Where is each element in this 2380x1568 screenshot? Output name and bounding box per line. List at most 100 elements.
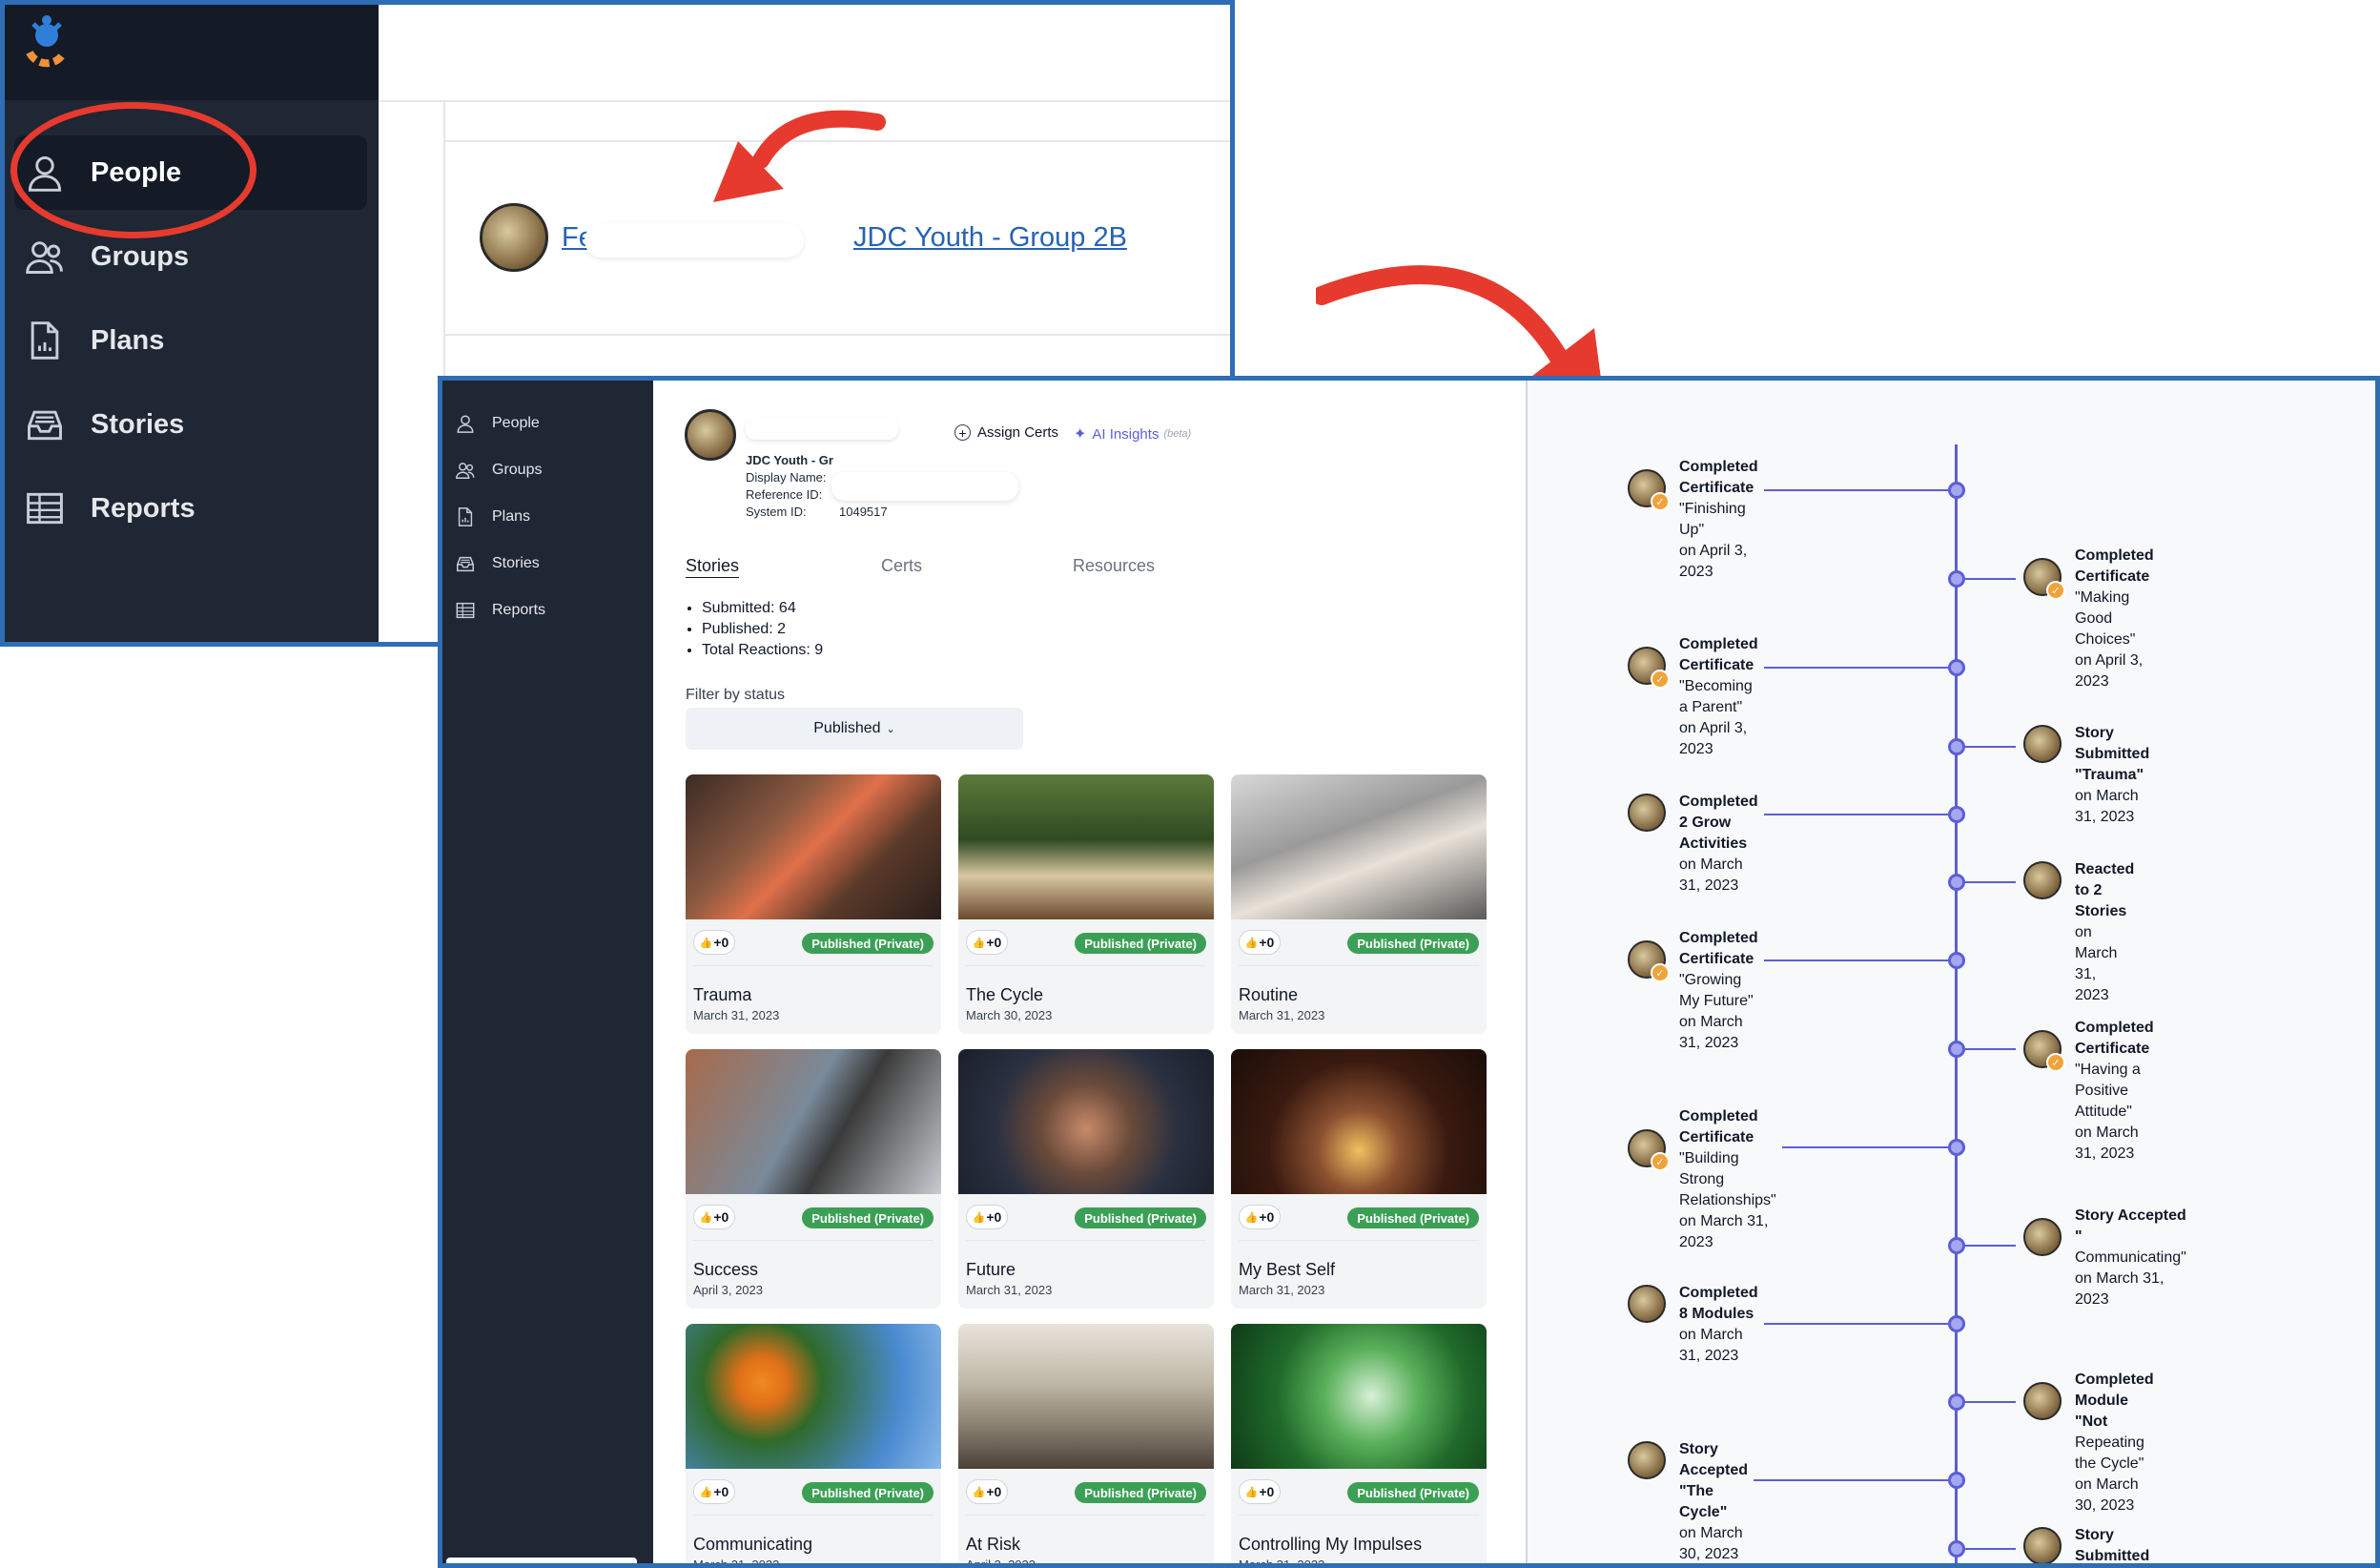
check-badge-icon: ✓ — [2046, 581, 2065, 600]
story-date: March 31, 2023 — [1239, 1283, 1325, 1297]
status-filter-value: Published — [813, 720, 881, 736]
sidebar-item-reports[interactable]: Reports — [14, 471, 367, 546]
timeline-line: "Growing My Future" — [1679, 972, 1754, 1009]
story-card[interactable]: 👍 +0 Published (Private) My Best Self March … — [1231, 1049, 1487, 1309]
timeline-line: Completed Certificate — [2075, 547, 2154, 585]
timeline-line: Completed 8 Modules — [1679, 1285, 1758, 1322]
thumbs-up-icon: 👍 — [1244, 1486, 1259, 1498]
reaction-button[interactable]: 👍 +0 — [693, 1205, 735, 1229]
thumbs-up-icon: 👍 — [1244, 937, 1259, 949]
tab-certs[interactable]: Certs — [881, 556, 922, 576]
timeline-dot — [1948, 738, 1965, 755]
timeline-line: on March 31, 2023 — [2075, 1270, 2165, 1308]
assign-certs-button[interactable]: + Assign Certs — [954, 424, 1058, 441]
timeline-connector — [1763, 667, 1956, 669]
timeline-connector — [1763, 814, 1956, 815]
reaction-button[interactable]: 👍 +0 — [1239, 1479, 1281, 1504]
reaction-button[interactable]: 👍 +0 — [966, 930, 1008, 955]
story-card[interactable]: 👍 +0 Published (Private) Controlling My Imp… — [1231, 1324, 1487, 1563]
story-card[interactable]: 👍 +0 Published (Private) Success April 3, 20… — [686, 1049, 941, 1309]
timeline-line: "Having a Positive Attitude" — [2075, 1062, 2141, 1120]
reaction-button[interactable]: 👍 +0 — [966, 1479, 1008, 1504]
card-divider — [693, 1515, 934, 1516]
reaction-count: +0 — [713, 1484, 729, 1499]
timeline-line: on April 3, 2023 — [1679, 543, 1748, 580]
sidebar-item-label: Reports — [492, 602, 546, 618]
timeline-line: Completed Certificate — [1679, 636, 1758, 673]
timeline-event: Completed 8 Modules on March 31, 2023 — [1679, 1283, 1758, 1367]
sidebar-item-label: Groups — [492, 462, 543, 478]
timeline-avatar — [1628, 794, 1666, 832]
logo-bar — [5, 5, 379, 100]
assign-certs-label: Assign Certs — [977, 424, 1059, 441]
story-title: The Cycle — [966, 985, 1044, 1004]
story-title: My Best Self — [1239, 1260, 1336, 1279]
timeline-line: on March 31, 2023 — [1679, 1327, 1743, 1364]
timeline-event: Completed Certificate "Finishing Up" on Ap… — [1679, 457, 1758, 583]
sidebar-item-plans[interactable]: Plans — [14, 303, 367, 378]
timeline-dot — [1948, 659, 1965, 676]
story-title: Controlling My Impulses — [1239, 1535, 1423, 1554]
sidebar-item-label: Plans — [492, 508, 531, 525]
sidebar-item-people[interactable]: People — [448, 404, 648, 443]
app-logo — [26, 15, 68, 68]
reaction-button[interactable]: 👍 +0 — [966, 1205, 1008, 1229]
story-thumbnail — [686, 1049, 941, 1194]
display-name-label: Display Name: — [746, 470, 827, 485]
story-card[interactable]: 👍 +0 Published (Private) Future March 31, 20… — [958, 1049, 1214, 1309]
sidebar-item-stories[interactable]: Stories — [448, 545, 648, 583]
timeline-connector — [1763, 959, 1956, 961]
timeline-dot — [1948, 1139, 1965, 1156]
story-card[interactable]: 👍 +0 Published (Private) At Risk April 3, 20… — [958, 1324, 1214, 1563]
tab-resources[interactable]: Resources — [1073, 556, 1155, 576]
timeline-line: on March 30, 2023 — [1679, 1525, 1743, 1562]
sidebar-item-reports[interactable]: Reports — [448, 591, 648, 629]
timeline-line: Story Submitted "Trauma" — [2075, 725, 2150, 783]
timeline-line: on April 3, 2023 — [2075, 652, 2144, 690]
timeline-avatar — [1628, 1441, 1666, 1479]
sidebar-item-label: Stories — [91, 408, 185, 440]
timeline-avatar — [2023, 1218, 2062, 1256]
check-badge-icon: ✓ — [1651, 963, 1670, 982]
timeline-event: Completed 2 Grow Activities on March 31, … — [1679, 792, 1758, 897]
reaction-count: +0 — [986, 1209, 1002, 1225]
reaction-button[interactable]: 👍 +0 — [693, 1479, 735, 1504]
timeline-connector — [1781, 1146, 1956, 1148]
check-badge-icon: ✓ — [1651, 1152, 1670, 1171]
timeline-dot — [1948, 570, 1965, 588]
timeline-line: Completed Certificate — [2075, 1020, 2154, 1057]
timeline-dot — [1948, 1472, 1965, 1489]
status-filter-select[interactable]: Published ⌄ — [686, 708, 1023, 750]
timeline-line: Completed Certificate — [1679, 1108, 1758, 1145]
story-title: Success — [693, 1260, 759, 1279]
tab-stories[interactable]: Stories — [686, 556, 739, 576]
card-divider — [966, 1515, 1206, 1516]
thumbs-up-icon: 👍 — [699, 937, 713, 949]
story-card[interactable]: 👍 +0 Published (Private) Routine March 31, 2… — [1231, 774, 1487, 1034]
story-card[interactable]: 👍 +0 Published (Private) The Cycle March 30,… — [958, 774, 1214, 1034]
timeline-event: Completed Certificate "Having a Positive … — [2075, 1018, 2154, 1165]
timeline-line: "Building Strong — [1679, 1150, 1739, 1187]
users-icon — [452, 457, 479, 484]
thumbs-up-icon: 👍 — [1244, 1211, 1259, 1224]
status-badge: Published (Private) — [1347, 1482, 1479, 1503]
reaction-button[interactable]: 👍 +0 — [1239, 1205, 1281, 1229]
group-link[interactable]: JDC Youth - Group 2B — [853, 222, 1127, 254]
timeline-avatar: ✓ — [1628, 1129, 1670, 1171]
timeline-event: Story Submitted "Success"on March 29, 20… — [2075, 1525, 2151, 1564]
sidebar-item-groups[interactable]: Groups — [448, 451, 648, 489]
story-card[interactable]: 👍 +0 Published (Private) Communicating March… — [686, 1324, 941, 1563]
ai-insights-button[interactable]: ✦ AI Insights (beta) — [1074, 424, 1191, 444]
timeline-dot — [1948, 874, 1965, 891]
timeline-line: "Making Good Choices" — [2075, 589, 2136, 648]
timeline-avatar: ✓ — [2023, 558, 2065, 600]
reaction-button[interactable]: 👍 +0 — [693, 930, 735, 955]
filter-label: Filter by status — [686, 687, 786, 703]
sidebar-item-plans[interactable]: Plans — [448, 498, 648, 536]
timeline-line: Story Submitted "Success" — [2075, 1527, 2150, 1564]
stat-reactions: Total Reactions: 9 — [702, 640, 823, 661]
sidebar-item-stories[interactable]: Stories — [14, 387, 367, 462]
story-card[interactable]: 👍 +0 Published (Private) Trauma March 31, 20… — [686, 774, 941, 1034]
reaction-button[interactable]: 👍 +0 — [1239, 930, 1281, 955]
redaction-mark — [831, 472, 1018, 501]
